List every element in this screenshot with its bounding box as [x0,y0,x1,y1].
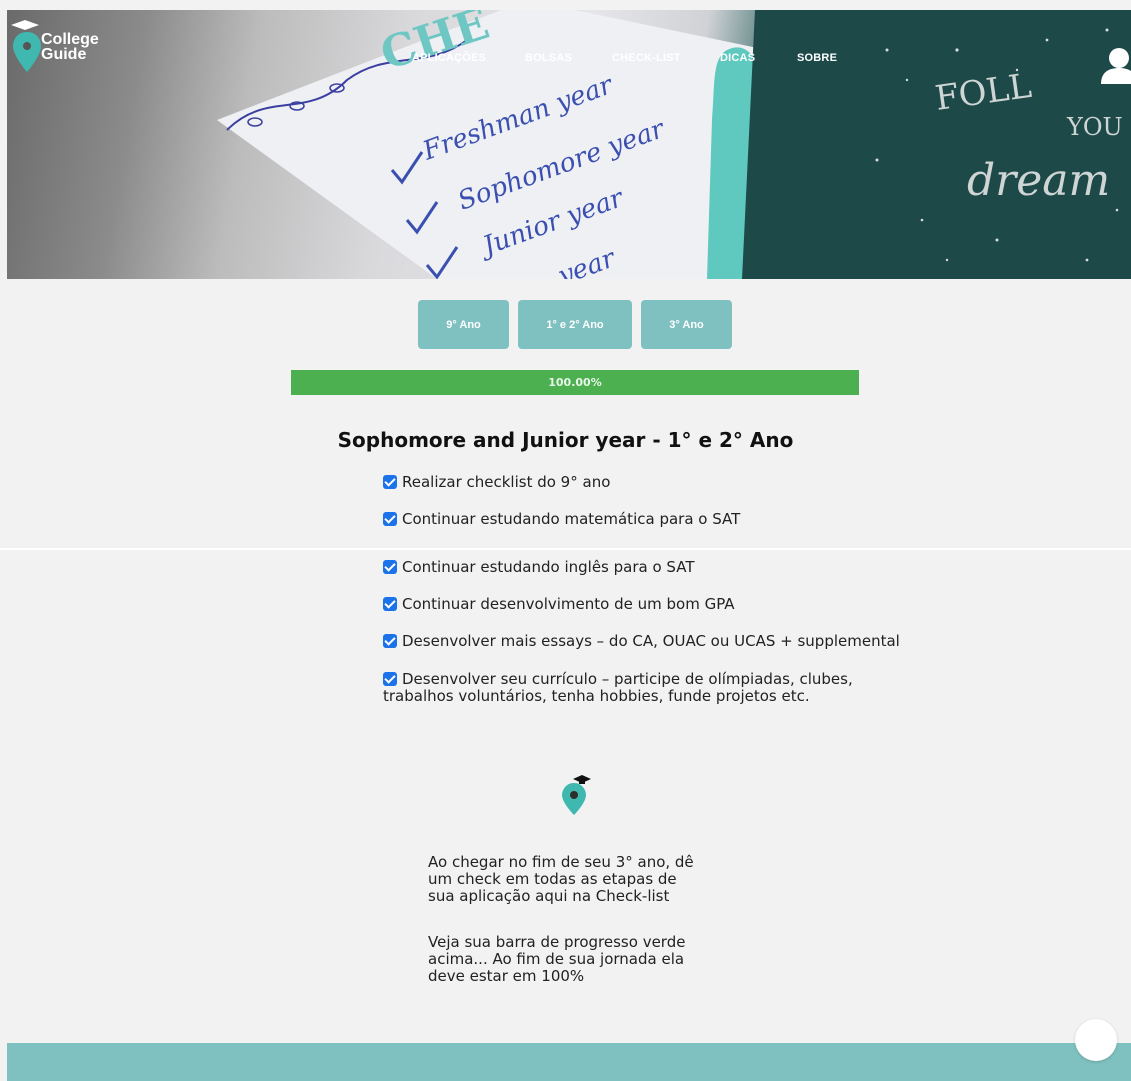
checklist-item: Desenvolver seu currículo – participe de… [383,671,853,705]
notebook [742,10,1131,279]
info-paragraph-1: Ao chegar no fim de seu 3° ano, dê um ch… [428,854,728,905]
site-logo[interactable]: College Guide [7,10,127,80]
tab-1-2-ano[interactable]: 1° e 2° Ano [518,300,632,349]
notebook-text-2: YOU [1066,113,1123,141]
nav-sobre[interactable]: SOBRE [797,52,837,64]
checklist-item: Desenvolver mais essays – do CA, OUAC ou… [383,633,900,650]
checkbox-checked-icon[interactable] [383,672,397,686]
nav-check-list[interactable]: CHECK-LIST [612,52,681,64]
section-title: Sophomore and Junior year - 1° e 2° Ano [337,428,794,452]
floating-action-button[interactable] [1075,1019,1117,1061]
checklist-item-label: Continuar estudando inglês para o SAT [402,558,695,576]
tab-3-ano[interactable]: 3° Ano [641,300,732,349]
nav-dicas[interactable]: DICAS [720,52,755,64]
checkbox-checked-icon[interactable] [383,634,397,648]
checkbox-checked-icon[interactable] [383,560,397,574]
checklist-item: Realizar checklist do 9° ano [383,474,610,491]
hero-photo: CHE Freshman year Sophomore year Junior … [217,10,1131,279]
progress-bar: 100.00% [291,370,859,395]
logo-line-2: Guide [41,46,87,63]
checklist-item-label: Desenvolver mais essays – do CA, OUAC ou… [402,632,900,650]
checkbox-checked-icon[interactable] [383,475,397,489]
checklist-item-label: Realizar checklist do 9° ano [402,473,611,491]
info-line: Ao chegar no fim de seu 3° ano, dê [428,853,694,871]
info-line: deve estar em 100% [428,967,585,985]
info-line: um check em todas as etapas de [428,870,677,888]
pin-center [23,42,31,50]
graduation-cap-icon [11,20,39,30]
location-pin-icon [562,775,591,815]
progress-label: 100.00% [548,376,602,389]
checkbox-checked-icon[interactable] [383,512,397,526]
hero-banner: CHE Freshman year Sophomore year Junior … [7,10,1131,279]
checklist-item-label: Continuar desenvolvimento de um bom GPA [402,595,735,613]
info-paragraph-2: Veja sua barra de progresso verde acima.… [428,934,728,985]
info-line: Veja sua barra de progresso verde [428,933,686,951]
checkbox-checked-icon[interactable] [383,597,397,611]
checklist-item: Continuar estudando inglês para o SAT [383,559,695,576]
info-line: sua aplicação aqui na Check-list [428,887,670,905]
location-pin-icon [13,32,41,72]
tab-9-ano[interactable]: 9° Ano [418,300,509,349]
checklist-item-label: Continuar estudando matemática para o SA… [402,510,741,528]
checklist-item: Continuar estudando matemática para o SA… [383,511,740,528]
user-icon[interactable] [1099,46,1131,84]
checklist-item-label: Desenvolver seu currículo – participe de… [402,670,853,688]
logo-line-1: College [41,31,99,48]
logo-text: College Guide [41,31,99,63]
nav-bolsas[interactable]: BOLSAS [525,52,572,64]
checklist-item: Continuar desenvolvimento de um bom GPA [383,596,735,613]
info-line: acima... Ao fim de sua jornada ela [428,950,685,968]
footer-bar [7,1043,1131,1081]
checklist-item-label-continued: trabalhos voluntários, tenha hobbies, fu… [383,687,810,705]
nav-aplicacoes[interactable]: APLICAÇÕES [412,52,486,64]
notebook-text-3: dream [967,155,1110,206]
divider [0,548,1131,550]
